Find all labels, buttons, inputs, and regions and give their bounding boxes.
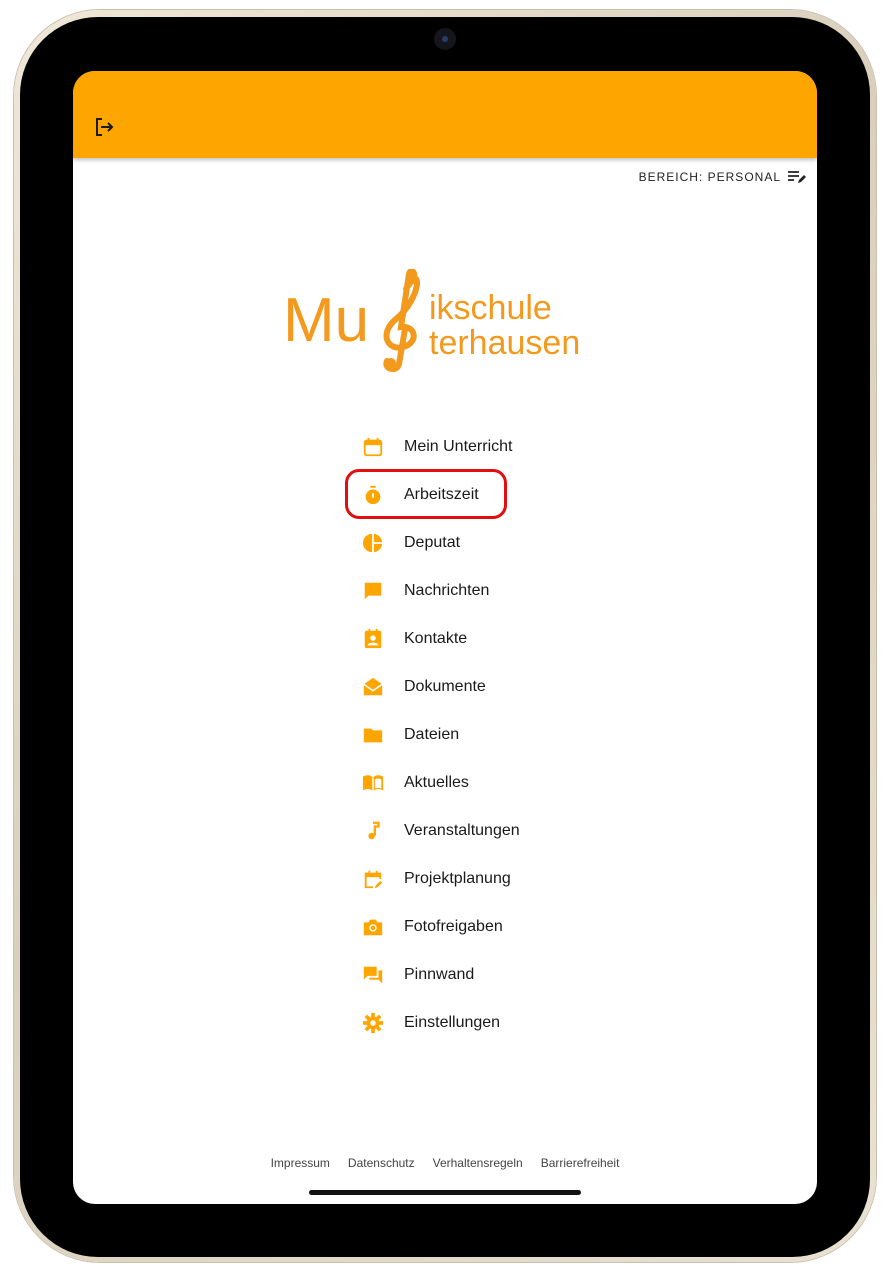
menu-item-label: Kontakte bbox=[404, 630, 468, 647]
folder-icon bbox=[362, 724, 384, 746]
music-note-icon bbox=[362, 820, 384, 842]
menu-item-label: Dokumente bbox=[404, 678, 486, 695]
menu-item-kontakte[interactable]: Kontakte bbox=[343, 615, 643, 663]
footer-links: Impressum Datenschutz Verhaltensregeln B… bbox=[73, 1156, 817, 1170]
logo-text-line2: terhausen bbox=[429, 324, 580, 362]
logo-text-line1: ikschule bbox=[429, 289, 552, 327]
calendar-edit-icon bbox=[362, 868, 384, 890]
menu-item-label: Fotofreigaben bbox=[404, 918, 503, 935]
logo-text-mu: Mu bbox=[283, 286, 369, 355]
menu-item-aktuelles[interactable]: Aktuelles bbox=[343, 759, 643, 807]
app-bar bbox=[73, 71, 817, 158]
footer-link-datenschutz[interactable]: Datenschutz bbox=[348, 1156, 415, 1170]
calendar-icon bbox=[362, 436, 384, 458]
menu-item-deputat[interactable]: Deputat bbox=[343, 519, 643, 567]
front-camera bbox=[434, 28, 456, 50]
area-selector[interactable]: BEREICH: PERSONAL bbox=[639, 169, 807, 185]
menu-item-label: Veranstaltungen bbox=[404, 822, 520, 839]
treble-clef-icon bbox=[383, 269, 421, 373]
chat-bubble-icon bbox=[362, 580, 384, 602]
menu-item-mein-unterricht[interactable]: Mein Unterricht bbox=[343, 423, 643, 471]
menu-item-label: Dateien bbox=[404, 726, 460, 743]
menu-item-label: Deputat bbox=[404, 534, 461, 551]
pie-chart-icon bbox=[362, 532, 384, 554]
home-indicator[interactable] bbox=[309, 1190, 581, 1195]
footer-link-impressum[interactable]: Impressum bbox=[271, 1156, 330, 1170]
menu-item-projektplanung[interactable]: Projektplanung bbox=[343, 855, 643, 903]
menu-item-label: Aktuelles bbox=[404, 774, 469, 791]
contact-icon bbox=[362, 628, 384, 650]
menu-item-dokumente[interactable]: Dokumente bbox=[343, 663, 643, 711]
menu-item-label: Nachrichten bbox=[404, 582, 490, 599]
school-logo: Mu ikschule terhausen bbox=[283, 269, 580, 373]
menu-item-einstellungen[interactable]: Einstellungen bbox=[343, 999, 643, 1047]
footer-link-verhaltensregeln[interactable]: Verhaltensregeln bbox=[433, 1156, 523, 1170]
menu-item-pinnwand[interactable]: Pinnwand bbox=[343, 951, 643, 999]
gear-icon bbox=[362, 1012, 384, 1034]
logout-icon[interactable] bbox=[91, 115, 117, 139]
app-screen: BEREICH: PERSONAL Mu ikschule terhausen … bbox=[73, 71, 817, 1204]
menu-item-veranstaltungen[interactable]: Veranstaltungen bbox=[343, 807, 643, 855]
menu-item-label: Einstellungen bbox=[404, 1014, 501, 1031]
menu-item-fotofreigaben[interactable]: Fotofreigaben bbox=[343, 903, 643, 951]
menu-item-label: Pinnwand bbox=[404, 966, 475, 983]
treble-clef-dot bbox=[386, 358, 396, 368]
menu-item-label: Projektplanung bbox=[404, 870, 511, 887]
edit-list-icon bbox=[788, 171, 806, 183]
menu-item-nachrichten[interactable]: Nachrichten bbox=[343, 567, 643, 615]
footer-link-barrierefreiheit[interactable]: Barrierefreiheit bbox=[541, 1156, 620, 1170]
menu-item-dateien[interactable]: Dateien bbox=[343, 711, 643, 759]
camera-icon bbox=[362, 916, 384, 938]
book-icon bbox=[362, 772, 384, 794]
area-label: BEREICH: PERSONAL bbox=[638, 170, 781, 184]
forum-icon bbox=[362, 964, 384, 986]
open-mail-icon bbox=[362, 676, 384, 698]
menu-item-label: Mein Unterricht bbox=[404, 438, 513, 455]
highlight-annotation bbox=[345, 469, 507, 519]
